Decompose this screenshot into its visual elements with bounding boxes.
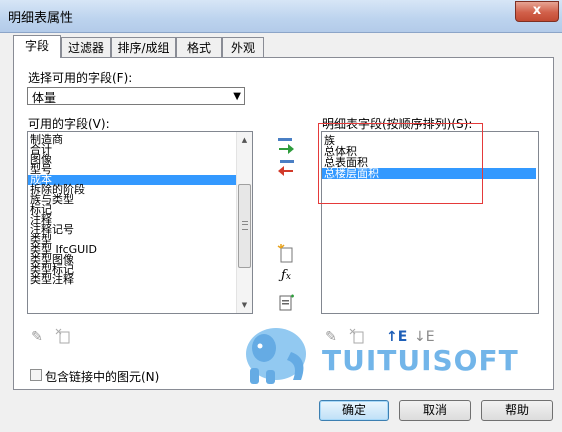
schedule-field-item[interactable]: 总楼层面积 xyxy=(322,168,536,179)
window-title: 明细表属性 xyxy=(8,11,74,26)
category-dropdown-value: 体量 xyxy=(32,91,57,105)
available-fields-scrollbar[interactable]: ▲ ▼ xyxy=(236,132,252,313)
title-bar: 明细表属性 x xyxy=(0,0,562,33)
add-parameter-button[interactable] xyxy=(276,244,296,264)
tab-formatting[interactable]: 格式 xyxy=(176,37,222,57)
remove-arrow-icon xyxy=(278,160,294,176)
combine-parameters-button[interactable] xyxy=(276,292,296,312)
add-arrow-icon xyxy=(278,138,294,154)
new-parameter-icon xyxy=(277,244,293,263)
available-field-item[interactable]: 注释记号 xyxy=(28,224,236,235)
chevron-down-icon: ▼ xyxy=(233,91,241,102)
move-up-icon[interactable]: ↑E xyxy=(386,328,407,346)
schedule-fields-list[interactable]: 族总体积 总表面积 总楼层面积 xyxy=(321,131,539,314)
close-button[interactable]: x xyxy=(515,1,559,22)
available-field-item[interactable]: 合计 xyxy=(28,144,236,155)
available-field-item[interactable]: 标记 xyxy=(28,204,236,215)
available-field-item[interactable]: 类型注释 xyxy=(28,274,236,285)
scroll-up-icon[interactable]: ▲ xyxy=(237,132,252,148)
tab-filter[interactable]: 过滤器 xyxy=(61,37,111,57)
tab-appearance[interactable]: 外观 xyxy=(222,37,264,57)
available-fields-label: 可用的字段(V): xyxy=(28,117,110,131)
scrollbar-thumb[interactable] xyxy=(238,184,251,268)
scroll-down-icon[interactable]: ▼ xyxy=(237,297,252,313)
pencil-icon-right[interactable]: ✎ xyxy=(322,328,340,346)
available-fields-list[interactable]: 制造商 合计 图像 型号 成本 拆除的阶段 族与类型 标记 注释 注释记号 类型 类型 IfcGUID… xyxy=(27,131,253,314)
available-field-item[interactable]: 型号 xyxy=(28,164,236,175)
help-button[interactable]: 帮助 xyxy=(481,400,553,421)
schedule-fields-label: 明细表字段(按顺序排列)(S): xyxy=(322,117,473,131)
pencil-icon[interactable]: ✎ xyxy=(28,328,46,346)
move-down-icon[interactable]: ↓E xyxy=(414,328,435,346)
category-dropdown[interactable]: 体量 ▼ xyxy=(27,87,245,105)
available-field-item[interactable]: 图像 xyxy=(28,154,236,165)
tab-sorting-grouping[interactable]: 排序/成组 xyxy=(111,37,176,57)
include-links-label: 包含链接中的图元(N) xyxy=(45,370,160,384)
select-category-label: 选择可用的字段(F): xyxy=(28,71,133,85)
function-icon: ƒx xyxy=(281,268,291,283)
delete-parameter-icon[interactable] xyxy=(54,328,72,346)
include-links-checkbox[interactable] xyxy=(30,369,42,381)
delete-parameter-icon-right[interactable] xyxy=(348,328,366,346)
tab-fields[interactable]: 字段 xyxy=(13,35,61,58)
cancel-button[interactable]: 取消 xyxy=(399,400,471,421)
combine-parameters-icon xyxy=(279,294,294,311)
calculated-value-button[interactable]: ƒx xyxy=(276,266,296,286)
add-field-button[interactable] xyxy=(276,136,296,156)
remove-field-button[interactable] xyxy=(276,158,296,178)
ok-button[interactable]: 确定 xyxy=(319,400,389,421)
available-field-item[interactable]: 制造商 xyxy=(28,134,236,145)
available-field-item[interactable]: 族与类型 xyxy=(28,194,236,205)
